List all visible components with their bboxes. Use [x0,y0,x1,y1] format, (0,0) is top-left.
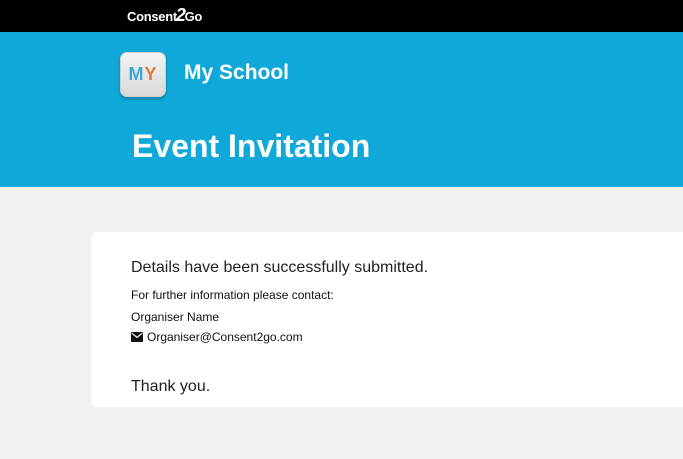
school-logo-y: Y [144,64,158,84]
organiser-email-row[interactable]: Organiser@Consent2go.com [131,330,303,344]
organiser-email[interactable]: Organiser@Consent2go.com [147,330,303,344]
logo-text-suffix: Go [184,9,203,24]
logo-text-prefix: Consent [127,9,177,24]
thank-you-text: Thank you. [131,378,211,395]
contact-intro: For further information please contact: [131,288,334,302]
organiser-name: Organiser Name [131,310,220,324]
logo-text-two: 2 [175,5,186,25]
header-banner: MY My School Event Invitation [0,32,683,187]
envelope-icon [131,332,143,342]
school-logo: MY [120,52,166,97]
page-title: Event Invitation [132,128,371,164]
top-bar: Consent 2 Go [0,0,683,32]
school-name: My School [184,61,290,84]
school-logo-m: M [128,64,145,84]
confirmation-card: Details have been successfully submitted… [91,232,683,407]
success-message: Details have been successfully submitted… [131,259,429,276]
consent2go-logo: Consent 2 Go [127,6,202,24]
